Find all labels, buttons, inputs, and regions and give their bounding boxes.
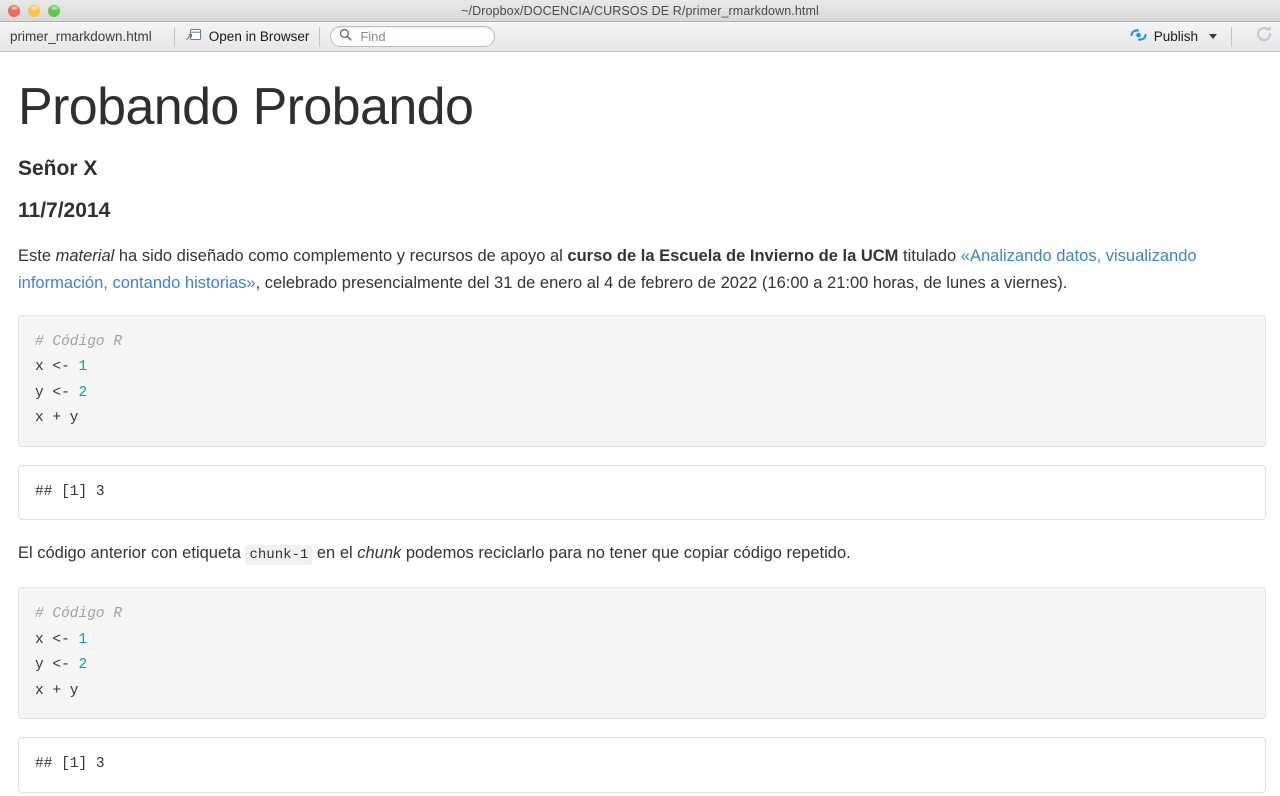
traffic-lights <box>0 4 60 17</box>
toolbar-divider-3 <box>1231 26 1232 47</box>
code-line-2a: y <- <box>35 384 79 401</box>
intro-text-1: Este <box>18 246 56 265</box>
window-titlebar: ~/Dropbox/DOCENCIA/CURSOS DE R/primer_rm… <box>0 0 1280 22</box>
document-author: Señor X <box>18 156 98 180</box>
code-output-2: ## [1] 3 <box>18 737 1266 793</box>
middle-text-1: El código anterior con etiqueta <box>18 544 246 563</box>
code2-number-1: 1 <box>78 631 88 648</box>
middle-text-2: en el <box>312 544 358 563</box>
code-number-1: 1 <box>78 359 88 376</box>
code-line-1a: x <- <box>35 359 79 376</box>
code2-line-2a: y <- <box>35 657 79 674</box>
intro-emphasis-material: material <box>55 246 115 265</box>
search-icon <box>339 28 352 46</box>
find-field[interactable] <box>330 26 496 47</box>
chevron-down-icon[interactable] <box>1209 34 1217 39</box>
minimize-button[interactable] <box>28 4 40 17</box>
document-filename-label: primer_rmarkdown.html <box>10 29 152 44</box>
publish-icon <box>1129 27 1148 46</box>
publish-label: Publish <box>1153 29 1198 44</box>
open-in-browser-button[interactable]: Open in Browser <box>185 27 310 46</box>
intro-strong-curso: curso de la Escuela de Invierno de la UC… <box>567 246 899 265</box>
open-in-browser-label: Open in Browser <box>208 29 310 44</box>
intro-text-2: ha sido diseñado como complemento y recu… <box>114 246 568 265</box>
code2-line-3: x + y <box>35 682 79 699</box>
intro-paragraph: Este material ha sido diseñado como comp… <box>18 243 1266 297</box>
code-line-3: x + y <box>35 410 79 427</box>
open-in-browser-icon <box>185 27 202 46</box>
document-date: 11/7/2014 <box>18 198 111 222</box>
code-output-1: ## [1] 3 <box>18 464 1266 521</box>
intro-text-3: titulado <box>898 246 961 265</box>
middle-paragraph: El código anterior con etiqueta chunk-1 … <box>18 540 1266 569</box>
search-input[interactable] <box>358 28 487 45</box>
inline-code-chunk-label: chunk-1 <box>245 545 313 566</box>
code-chunk-1: # Código R x <- 1 y <- 2 x + y <box>18 314 1266 447</box>
code-chunk-2: # Código R x <- 1 y <- 2 x + y <box>18 587 1266 720</box>
code-comment-1: # Código R <box>35 333 123 350</box>
zoom-button[interactable] <box>48 4 60 17</box>
page-title: Probando Probando <box>18 78 474 136</box>
refresh-icon <box>1254 24 1274 49</box>
refresh-button[interactable] <box>1246 24 1274 49</box>
toolbar-divider <box>173 26 175 47</box>
viewer-toolbar: primer_rmarkdown.html Open in Browser Fi… <box>0 22 1280 52</box>
publish-button[interactable]: Publish <box>1125 27 1221 46</box>
close-button[interactable] <box>8 4 20 17</box>
intro-text-4: , celebrado presencialmente del 31 de en… <box>255 273 1068 292</box>
middle-text-3: podemos reciclarlo para no tener que cop… <box>401 544 851 563</box>
toolbar-divider-2 <box>319 26 321 47</box>
code2-line-1a: x <- <box>35 631 79 648</box>
window-title: ~/Dropbox/DOCENCIA/CURSOS DE R/primer_rm… <box>461 3 819 18</box>
middle-emphasis-chunk: chunk <box>357 544 402 563</box>
code2-number-2: 2 <box>78 657 88 674</box>
code-comment-2: # Código R <box>35 606 123 623</box>
code-number-2: 2 <box>78 384 88 401</box>
document-body: Probando Probando Señor X 11/7/2014 Este… <box>0 80 1280 793</box>
